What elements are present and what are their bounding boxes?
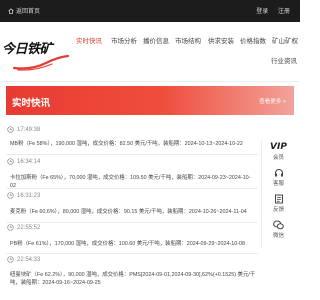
customer-service-button[interactable]: 客服	[262, 168, 295, 187]
top-bar: 返回首页 登录 注册	[0, 0, 300, 22]
clock-icon	[7, 126, 14, 133]
nav-item-market-analysis[interactable]: 市场分析	[111, 35, 137, 45]
register-link[interactable]: 注册	[278, 9, 290, 15]
home-link[interactable]: 返回首页	[8, 6, 40, 15]
feedback-label: 反馈	[272, 207, 284, 213]
news-text: MB粉（Fe 58%），190,000 湿吨，成交价格：82.50 美元/干吨，…	[10, 141, 243, 147]
service-label: 客服	[272, 181, 284, 187]
news-time-label: 22:54:33	[17, 256, 41, 263]
headset-icon	[274, 169, 283, 177]
divider	[6, 188, 258, 189]
news-time-label: 22:55:52	[17, 224, 41, 231]
feedback-button[interactable]: 反馈	[262, 194, 295, 213]
clock-icon	[7, 158, 14, 165]
clock-icon	[7, 192, 14, 199]
section-title: 实时快讯	[12, 98, 51, 109]
view-more-link[interactable]: 查看更多 >	[259, 97, 286, 105]
divider	[6, 154, 258, 155]
news-time-label: 17:49:38	[17, 126, 41, 133]
nav-item-price-info[interactable]: 播价信息	[143, 35, 169, 45]
nav-item-market-structure[interactable]: 市场结构	[175, 35, 201, 45]
news-time: 22:54:33	[7, 256, 40, 263]
site-logo[interactable]: 今日铁矿	[2, 32, 74, 76]
clock-icon	[7, 256, 14, 263]
vip-button[interactable]: VIP 会员	[262, 142, 295, 161]
nav-item-realtime-news[interactable]: 实时快讯	[76, 35, 102, 45]
vip-badge: VIP	[270, 142, 287, 152]
nav-item-mining-rights[interactable]: 矿山矿权	[272, 35, 298, 45]
logo-swoosh-icon	[12, 54, 70, 71]
news-text: 纽曼块矿（Fe 62.2%），90,000 湿吨，成交价格：PMS[2024-0…	[10, 272, 256, 286]
divider	[6, 253, 258, 254]
wechat-button[interactable]: 微信	[262, 220, 295, 239]
news-text: PB粉（Fe 61%），170,000 湿吨，成交价格：100.60 美元/干吨…	[10, 241, 246, 247]
news-time: 16:31:23	[7, 192, 40, 199]
wechat-label: 微信	[272, 233, 284, 239]
nav-item-price-index[interactable]: 价格指数	[240, 35, 266, 45]
home-icon	[8, 7, 14, 14]
login-link[interactable]: 登录	[256, 9, 268, 15]
nav-item-supply-demand[interactable]: 供求安装	[208, 35, 234, 45]
clock-icon	[7, 224, 14, 231]
news-section-banner: 实时快讯 查看更多 >	[6, 86, 294, 115]
news-time-label: 16:34:14	[17, 158, 41, 165]
news-text: 麦克粉（Fe 60.6%），80,000 湿吨，成交价格：90.15 美元/干吨…	[10, 209, 247, 215]
floating-sidebar: VIP 会员 客服 反馈 微信	[261, 140, 294, 248]
vip-label: 会员	[272, 155, 284, 161]
news-time: 16:34:14	[7, 158, 40, 165]
feedback-icon	[274, 194, 283, 204]
news-time-label: 16:31:23	[17, 192, 41, 199]
divider	[6, 222, 258, 223]
wechat-icon	[273, 220, 284, 230]
nav-item-industry-news[interactable]: 行业资讯	[271, 55, 297, 65]
news-time: 17:49:38	[7, 126, 40, 133]
home-link-label: 返回首页	[16, 9, 41, 15]
news-time: 22:55:52	[7, 224, 40, 231]
site-header: 今日铁矿 实时快讯 市场分析 播价信息 市场结构 供求安装 价格指数 矿山矿权 …	[0, 22, 300, 82]
